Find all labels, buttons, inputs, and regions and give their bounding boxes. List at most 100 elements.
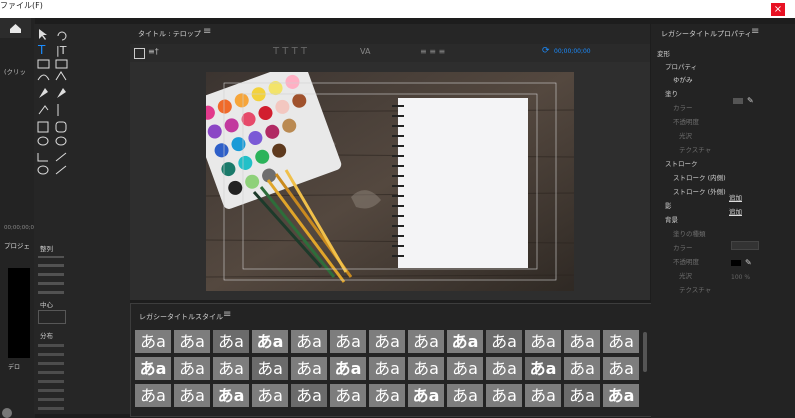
props-row[interactable]: 塗りの種類 [673,228,706,238]
style-swatch[interactable]: あa [525,330,561,353]
style-swatch[interactable]: あa [525,384,561,407]
title-panel-header: タイトル : テロップ ≡ [130,24,650,44]
props-row[interactable]: プロパティ [665,61,697,71]
style-swatch[interactable]: あa [252,357,288,380]
kerning-icon[interactable]: VA [360,47,370,56]
props-menu-icon[interactable]: ≡ [751,26,759,37]
props-row[interactable]: 変形 [657,48,670,58]
folder-label: デロ [8,364,21,371]
add-inner-stroke-link[interactable]: 追加 [729,192,742,202]
project-label: プロジェ [4,242,30,250]
props-row[interactable]: 不透明度 [673,116,699,126]
props-row[interactable]: テクスチャ [679,284,711,294]
style-swatch[interactable]: あa [447,357,483,380]
style-swatch[interactable]: あa [174,384,210,407]
style-swatch[interactable]: あa [252,330,288,353]
tools-icon-grid[interactable]: T |T [36,26,76,176]
props-row[interactable]: ストローク (外側) [673,186,726,196]
style-swatch[interactable]: あa [291,384,327,407]
fill-eyedropper-icon[interactable]: ✎ [747,96,754,105]
props-row[interactable]: カラー [673,242,693,252]
style-swatch[interactable]: あa [213,357,249,380]
center-label: 中心 [40,301,53,309]
align-buttons[interactable] [38,256,64,294]
panel-menu-icon[interactable]: ≡ [203,26,211,37]
style-swatch[interactable]: あa [408,384,444,407]
legacy-title-styles-panel: レガシータイトルスタイル ≡ あa あa あa あa あa あa あa あa あa あa あa あa あ… [130,303,652,417]
style-swatch[interactable]: あa [135,330,171,353]
clip-label: (クリッ [4,68,27,76]
background-video-frame[interactable] [206,72,574,291]
background-color-swatch[interactable] [731,260,741,266]
align-label: 整列 [40,245,53,253]
status-icon[interactable] [2,408,12,418]
style-swatch[interactable]: あa [525,357,561,380]
eyedropper-icon[interactable]: ✎ [745,258,752,267]
style-swatch[interactable]: あa [135,357,171,380]
props-row[interactable]: カラー [673,102,693,112]
style-swatch[interactable]: あa [486,330,522,353]
distribute-buttons[interactable] [38,340,64,410]
props-row[interactable]: 光沢 [679,130,692,140]
title-timecode[interactable]: 00;00;00;00 [554,48,591,55]
styles-menu-icon[interactable]: ≡ [223,309,231,320]
style-swatch[interactable]: あa [447,330,483,353]
title-panel-title: タイトル : テロップ [138,30,201,38]
text-style-icons[interactable]: T T T T [273,46,307,57]
close-button[interactable]: × [771,3,785,16]
style-swatch[interactable]: あa [213,384,249,407]
style-swatch[interactable]: あa [369,330,405,353]
svg-text:|T: |T [56,44,67,57]
center-buttons[interactable] [38,310,66,324]
style-swatch[interactable]: あa [564,357,600,380]
distribute-label: 分布 [40,332,53,340]
style-swatch[interactable]: あa [252,384,288,407]
style-swatch[interactable]: あa [408,357,444,380]
props-row[interactable]: ゆがみ [673,74,693,84]
add-outer-stroke-link[interactable]: 追加 [729,206,742,216]
styles-panel-title: レガシータイトルスタイル [139,313,223,321]
new-title-icon[interactable] [134,48,145,59]
show-video-icon[interactable]: ⟳ [542,46,550,56]
project-thumbnail[interactable] [8,268,30,358]
fill-color-swatch[interactable] [733,98,743,104]
title-toolbar: ≡† T T T T VA ≡ ≡ ≡ ⟳ 00;00;00;00 [130,44,650,62]
window-titlebar: ファイル(F) [0,0,795,18]
style-swatch[interactable]: あa [330,357,366,380]
style-swatch[interactable]: あa [603,357,639,380]
style-swatch[interactable]: あa [291,330,327,353]
style-swatch[interactable]: あa [447,384,483,407]
style-swatch[interactable]: あa [564,330,600,353]
style-swatch[interactable]: あa [369,384,405,407]
style-swatch[interactable]: あa [564,384,600,407]
style-swatch[interactable]: あa [408,330,444,353]
props-row[interactable]: テクスチャ [679,144,711,154]
props-row[interactable]: 背景 [665,214,678,224]
props-row[interactable]: 不透明度 [673,256,699,266]
opacity-value[interactable]: 100 % [731,274,750,281]
style-swatch[interactable]: あa [603,384,639,407]
style-swatch[interactable]: あa [330,330,366,353]
fill-type-dropdown[interactable] [731,241,759,250]
style-swatch[interactable]: あa [369,357,405,380]
props-row[interactable]: 光沢 [679,270,692,280]
align-text-icons[interactable]: ≡ ≡ ≡ [420,47,445,56]
style-swatch[interactable]: あa [486,357,522,380]
props-panel-title: レガシータイトルプロパティ [661,30,752,38]
style-swatch[interactable]: あa [603,330,639,353]
props-row[interactable]: 影 [665,200,672,210]
props-row[interactable]: 塗り [665,88,678,98]
roll-crawl-icon[interactable]: ≡† [148,47,159,56]
window-title: ファイル(F) [0,1,43,10]
props-row[interactable]: ストローク (内側) [673,172,726,182]
style-swatch[interactable]: あa [330,384,366,407]
style-swatch[interactable]: あa [291,357,327,380]
style-swatch[interactable]: あa [174,330,210,353]
style-swatch[interactable]: あa [213,330,249,353]
style-swatch[interactable]: あa [486,384,522,407]
props-row[interactable]: ストローク [665,158,698,168]
home-button[interactable] [0,18,31,38]
styles-scrollbar[interactable] [643,332,647,372]
style-swatch[interactable]: あa [174,357,210,380]
style-swatch[interactable]: あa [135,384,171,407]
